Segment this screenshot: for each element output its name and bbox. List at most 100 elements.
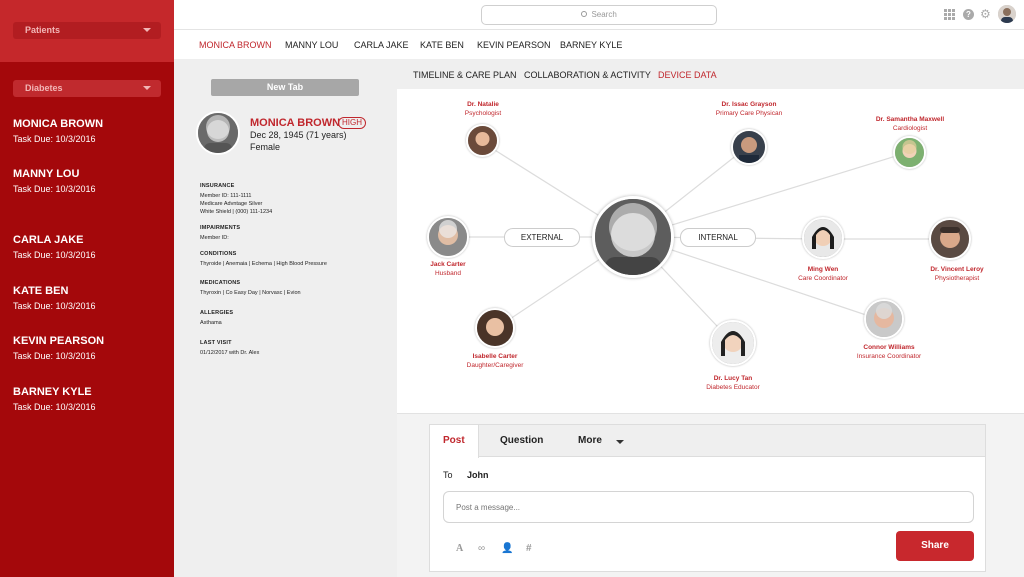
chevron-down-icon: [143, 28, 151, 32]
patient-dob: Dec 28, 1945 (71 years): [250, 130, 347, 140]
recipient-value[interactable]: John: [467, 470, 489, 480]
section-heading: IMPAIRMENTS: [200, 225, 241, 231]
impairments-section: IMPAIRMENTS Member ID:: [200, 224, 240, 242]
tab-post[interactable]: Post: [430, 425, 479, 458]
care-team-avatar[interactable]: [802, 217, 844, 259]
hashtag-icon[interactable]: #: [526, 543, 532, 554]
share-button[interactable]: Share: [896, 531, 974, 561]
sidebar-patient-item[interactable]: KATE BEN Task Due: 10/3/2016: [13, 285, 96, 311]
text-format-icon[interactable]: A: [456, 543, 463, 554]
section-line: White Shield | (000) 111-1234: [200, 209, 273, 215]
task-due: Task Due: 10/3/2016: [13, 250, 96, 260]
node-role: Care Coordinator: [798, 275, 848, 282]
section-heading: CONDITIONS: [200, 251, 237, 257]
section-line: Medicare Advntage Silver: [200, 201, 263, 207]
tab-manny-lou[interactable]: MANNY LOU: [285, 40, 338, 50]
node-name: Dr. Vincent Leroy: [930, 266, 984, 273]
chevron-down-icon[interactable]: [616, 440, 624, 444]
care-team-avatar[interactable]: [731, 129, 767, 165]
care-network-diagram: EXTERNAL INTERNAL Dr. Natalie Psychologi…: [397, 89, 1024, 413]
care-team-avatar[interactable]: [710, 320, 756, 366]
patient-name: KATE BEN: [13, 285, 69, 297]
task-due: Task Due: 10/3/2016: [13, 351, 96, 361]
medications-section: MEDICATIONS Thyroxin | Co Easy Day | Nor…: [200, 279, 301, 297]
patient-name: MONICA BROWN: [13, 118, 104, 130]
tab-collaboration-activity[interactable]: COLLABORATION & ACTIVITY: [524, 70, 651, 80]
risk-badge: HIGH: [338, 117, 366, 129]
conditions-section: CONDITIONS Thyroide | Anemaia | Echema |…: [200, 250, 327, 268]
tab-kevin-pearson[interactable]: KEVIN PEARSON: [477, 40, 551, 50]
internal-label: INTERNAL: [680, 228, 756, 247]
tab-more[interactable]: More: [578, 425, 602, 457]
care-team-avatar[interactable]: [466, 124, 499, 157]
node-name: Dr. Samantha Maxwell: [875, 116, 945, 123]
help-icon[interactable]: ?: [963, 9, 974, 20]
task-due: Task Due: 10/3/2016: [13, 402, 96, 412]
node-name: Connor Williams: [863, 344, 915, 351]
patient-sex: Female: [250, 142, 281, 152]
post-composer-area: Post Question More To John A ∞ 👤 # Share: [397, 413, 1024, 577]
tab-device-data[interactable]: DEVICE DATA: [658, 70, 717, 80]
care-team-avatar[interactable]: [864, 299, 904, 339]
patient-photo: [196, 111, 240, 155]
sidebar-patient-item[interactable]: CARLA JAKE Task Due: 10/3/2016: [13, 234, 96, 260]
tab-timeline-care-plan[interactable]: TIMELINE & CARE PLAN: [413, 70, 517, 80]
search-input[interactable]: Search: [481, 5, 717, 25]
link-icon[interactable]: ∞: [478, 543, 485, 554]
last-visit-section: LAST VISIT 01/12/2017 with Dr. Alex: [200, 339, 259, 357]
to-label: To: [443, 470, 453, 480]
section-heading: MEDICATIONS: [200, 280, 241, 286]
patient-name-heading: MONICA BROWN: [250, 117, 341, 129]
care-team-avatar[interactable]: [475, 308, 515, 348]
care-team-avatar[interactable]: [427, 216, 469, 258]
patient-info-panel: New Tab MONICA BROWN HIGH Dec 28, 1945 (…: [174, 60, 397, 577]
patient-name: KEVIN PEARSON: [13, 335, 105, 347]
apps-grid-icon[interactable]: [944, 9, 955, 20]
sidebar-patient-item[interactable]: KEVIN PEARSON Task Due: 10/3/2016: [13, 335, 104, 361]
sidebar-patient-item[interactable]: BARNEY KYLE Task Due: 10/3/2016: [13, 386, 96, 412]
patients-select-label: Patients: [25, 25, 61, 35]
care-team-avatar[interactable]: [929, 218, 971, 260]
insurance-section: INSURANCE Member ID: 111-1111 Medicare A…: [200, 182, 272, 216]
node-name: Jack Carter: [430, 261, 466, 268]
sidebar-patient-item[interactable]: MONICA BROWN Task Due: 10/3/2016: [13, 118, 103, 144]
section-line: Member ID:: [200, 235, 229, 241]
gear-icon[interactable]: ⚙: [980, 8, 991, 20]
sidebar-patient-item[interactable]: MANNY LOU Task Due: 10/3/2016: [13, 168, 96, 194]
user-avatar[interactable]: [998, 5, 1016, 23]
section-heading: ALLERGIES: [200, 310, 234, 316]
section-heading: INSURANCE: [200, 183, 235, 189]
node-role: Psychologist: [464, 110, 502, 117]
task-due: Task Due: 10/3/2016: [13, 184, 96, 194]
new-tab-button[interactable]: New Tab: [211, 79, 359, 96]
patient-name: CARLA JAKE: [13, 234, 84, 246]
external-label: EXTERNAL: [504, 228, 580, 247]
tab-monica-brown[interactable]: MONICA BROWN: [199, 40, 272, 50]
node-role: Physiotherapist: [934, 275, 980, 282]
patient-center-photo[interactable]: [592, 196, 674, 278]
section-line: Asthama: [200, 320, 222, 326]
top-bar: Search ? ⚙: [174, 0, 1024, 30]
tab-kate-ben[interactable]: KATE BEN: [420, 40, 464, 50]
patients-select[interactable]: Patients: [13, 22, 161, 39]
care-team-avatar[interactable]: [893, 136, 926, 169]
search-icon: [581, 11, 588, 17]
section-heading: LAST VISIT: [200, 340, 232, 346]
search-placeholder: Search: [591, 10, 617, 19]
section-line: 01/12/2017 with Dr. Alex: [200, 350, 260, 356]
node-name: Isabelle Carter: [472, 353, 518, 360]
node-role: Diabetes Educator: [706, 384, 760, 391]
node-name: Dr. Lucy Tan: [713, 375, 753, 382]
node-role: Cardiologist: [892, 125, 928, 132]
node-role: Daughter/Caregiver: [466, 362, 524, 369]
tab-question[interactable]: Question: [500, 425, 543, 457]
patient-name: BARNEY KYLE: [13, 386, 92, 398]
condition-filter-select[interactable]: Diabetes: [13, 80, 161, 97]
add-user-icon[interactable]: 👤: [501, 543, 513, 554]
post-composer: Post Question More To John A ∞ 👤 # Share: [429, 424, 986, 572]
composer-tabs: Post Question More: [430, 425, 985, 458]
message-input[interactable]: [443, 491, 974, 523]
allergies-section: ALLERGIES Asthama: [200, 309, 233, 327]
tab-carla-jake[interactable]: CARLA JAKE: [354, 40, 409, 50]
tab-barney-kyle[interactable]: BARNEY KYLE: [560, 40, 622, 50]
